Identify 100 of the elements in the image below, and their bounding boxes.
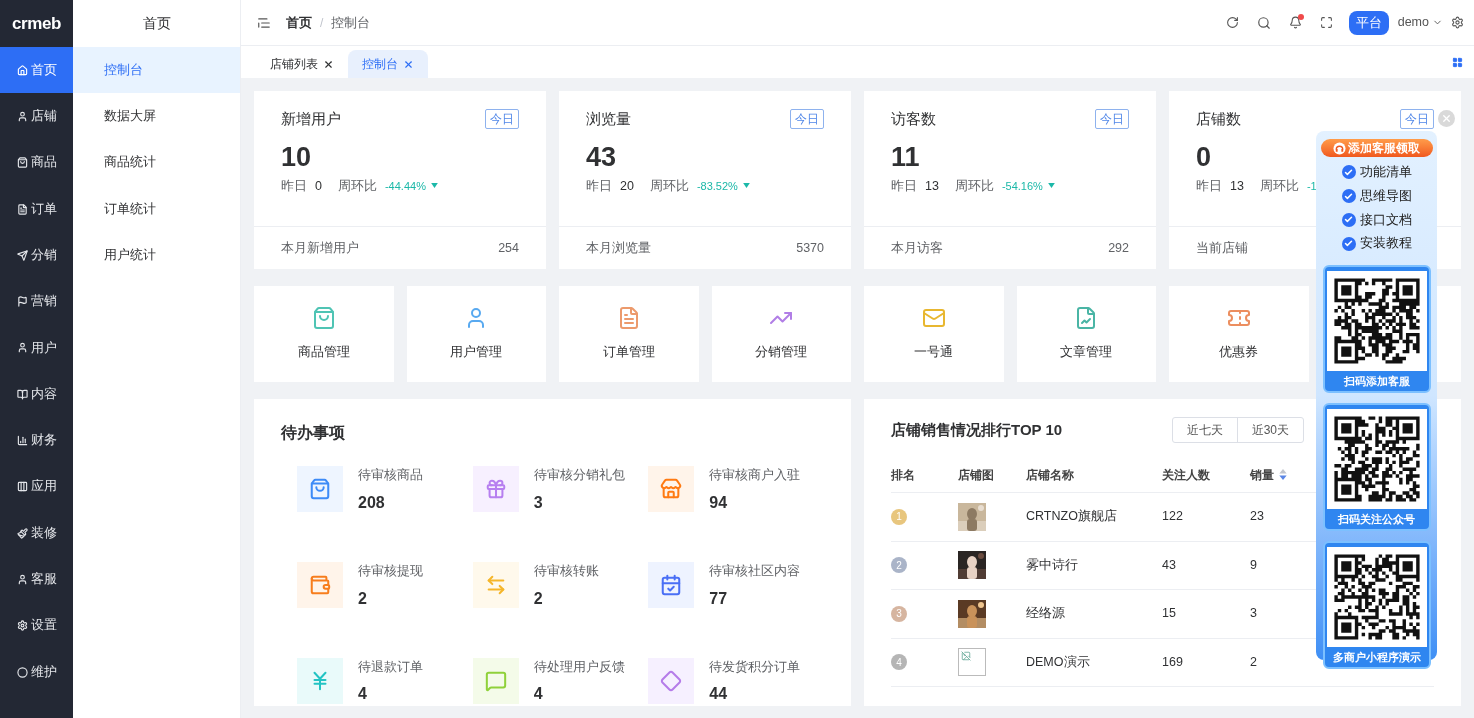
table-cell-text: 122 — [1162, 508, 1184, 526]
panel-title: 待办事项 — [281, 423, 346, 443]
sort-icon[interactable] — [1279, 469, 1287, 480]
column-header[interactable]: 销量 — [1250, 465, 1274, 484]
breadcrumb-item[interactable]: 首页 — [286, 12, 312, 33]
headset-icon — [1333, 141, 1346, 155]
table-cell-text: CRTNZO旗舰店 — [1026, 508, 1118, 526]
stat-label: 周环比 — [954, 177, 994, 195]
period-badge: 今日 — [790, 109, 824, 130]
shortcut-card[interactable]: 优惠券 — [1169, 286, 1309, 382]
table-cell-text: 15 — [1162, 605, 1177, 623]
table-cell-text: 169 — [1162, 653, 1184, 671]
column-header: 店铺名称 — [1026, 466, 1075, 484]
todo-label: 待审核商户入驻 — [709, 467, 801, 484]
todo-label: 待发货积分订单 — [709, 658, 801, 676]
column-header: 排名 — [891, 466, 916, 484]
submenu-item[interactable]: 订单统计 — [73, 185, 240, 233]
user-menu[interactable]: demo — [1397, 13, 1443, 32]
todo-count: 208 — [358, 492, 386, 513]
stat-title: 访客数 — [891, 109, 936, 129]
stat-label: 周环比 — [649, 177, 689, 195]
qr-caption: 扫码关注公众号 — [1338, 512, 1415, 527]
logo: crmeb — [12, 12, 61, 35]
stat-number: 13 — [925, 177, 939, 195]
table-cell-text: DEMO演示 — [1026, 653, 1091, 671]
shortcut-card[interactable]: 商品管理 — [254, 286, 394, 382]
menu-item[interactable]: 分销 — [0, 232, 73, 279]
stat-footer-label: 当前店铺 — [1196, 239, 1248, 257]
fullscreen-icon[interactable] — [1319, 16, 1333, 29]
checklist-label: 功能清单 — [1359, 164, 1412, 181]
stat-title: 浏览量 — [586, 109, 631, 129]
menu-item[interactable]: 店铺 — [0, 93, 73, 140]
user-icon — [16, 342, 28, 354]
user-icon — [16, 110, 28, 122]
stat-footer-value: 292 — [1108, 239, 1129, 257]
flag-icon — [16, 296, 28, 308]
todo-count: 4 — [358, 684, 368, 705]
period-badge: 今日 — [485, 109, 519, 130]
submenu-item[interactable]: 控制台 — [73, 47, 240, 94]
todo-label: 待审核分销礼包 — [533, 467, 625, 484]
todo-label: 待退款订单 — [358, 658, 423, 676]
submenu-item[interactable]: 商品统计 — [73, 139, 240, 186]
stat-number: 0 — [315, 177, 322, 195]
submenu-item[interactable]: 数据大屏 — [73, 93, 240, 140]
todo-label: 待审核转账 — [533, 562, 599, 580]
submenu-item[interactable]: 用户统计 — [73, 232, 240, 279]
table-cell-text: 3 — [1250, 605, 1257, 623]
rank-badge: 1 — [891, 508, 907, 525]
settings-icon — [16, 620, 28, 632]
refresh-icon[interactable] — [1225, 16, 1239, 29]
menu-item[interactable]: 用户 — [0, 324, 73, 372]
stat-footer-value: 254 — [498, 239, 519, 257]
shortcut-card[interactable]: 分销管理 — [711, 286, 851, 382]
change-value: -54.16% — [1001, 178, 1043, 194]
shortcut-card[interactable]: 订单管理 — [559, 286, 699, 382]
checklist-label: 接口文档 — [1359, 211, 1412, 229]
menu-item[interactable]: 装修 — [0, 509, 73, 557]
promo-banner: 添加客服领取 — [1320, 139, 1433, 157]
shortcut-card[interactable]: 文章管理 — [1016, 286, 1156, 382]
menu-item[interactable]: 财务 — [0, 417, 73, 464]
search-icon[interactable] — [1256, 15, 1271, 30]
menu-icon[interactable] — [257, 15, 271, 30]
menu-item[interactable]: 首页 — [0, 47, 73, 94]
shortcut-card[interactable]: 用户管理 — [406, 286, 546, 382]
rank-badge: 4 — [891, 654, 907, 671]
platform-button[interactable]: 平台 — [1348, 10, 1389, 35]
table-cell-text: 经络源 — [1026, 605, 1066, 623]
settings-icon[interactable] — [1451, 16, 1464, 29]
close-icon[interactable] — [323, 58, 334, 70]
table-cell-text: 43 — [1162, 556, 1177, 574]
qr-caption: 扫码添加客服 — [1343, 374, 1410, 389]
menu-item[interactable]: 内容 — [0, 371, 73, 418]
stat-number: 20 — [620, 177, 634, 195]
stat-label: 周环比 — [337, 177, 377, 195]
menu-item[interactable]: 维护 — [0, 648, 73, 696]
stat-footer-label: 本月访客 — [891, 239, 943, 257]
menu-item[interactable]: 订单 — [0, 185, 73, 233]
stat-value: 43 — [586, 140, 617, 173]
menu-item[interactable]: 设置 — [0, 602, 73, 649]
circle-icon — [16, 666, 28, 678]
menu-item[interactable]: 应用 — [0, 463, 73, 510]
menu-item[interactable]: 客服 — [0, 556, 73, 603]
bell-icon[interactable] — [1288, 16, 1302, 29]
rank-badge: 3 — [891, 605, 907, 622]
grid-icon[interactable] — [1452, 57, 1463, 68]
stat-label: 昨日 — [586, 177, 612, 195]
page-tab[interactable]: 店铺列表 — [256, 50, 348, 78]
stat-label: 周环比 — [1259, 177, 1299, 195]
todo-count: 77 — [709, 588, 729, 609]
period-badge: 今日 — [1400, 109, 1434, 130]
menu-item[interactable]: 商品 — [0, 139, 73, 186]
shortcut-card[interactable]: 一号通 — [864, 286, 1004, 382]
todo-count: 4 — [533, 684, 544, 705]
todo-count: 94 — [709, 492, 729, 513]
stat-title: 新增用户 — [281, 109, 341, 129]
menu-item[interactable]: 营销 — [0, 278, 73, 325]
page-tab[interactable]: 控制台 — [348, 50, 428, 78]
range-button[interactable]: 近30天 — [1236, 418, 1303, 442]
range-button[interactable]: 近七天 — [1172, 418, 1237, 442]
stat-label: 昨日 — [891, 177, 917, 195]
